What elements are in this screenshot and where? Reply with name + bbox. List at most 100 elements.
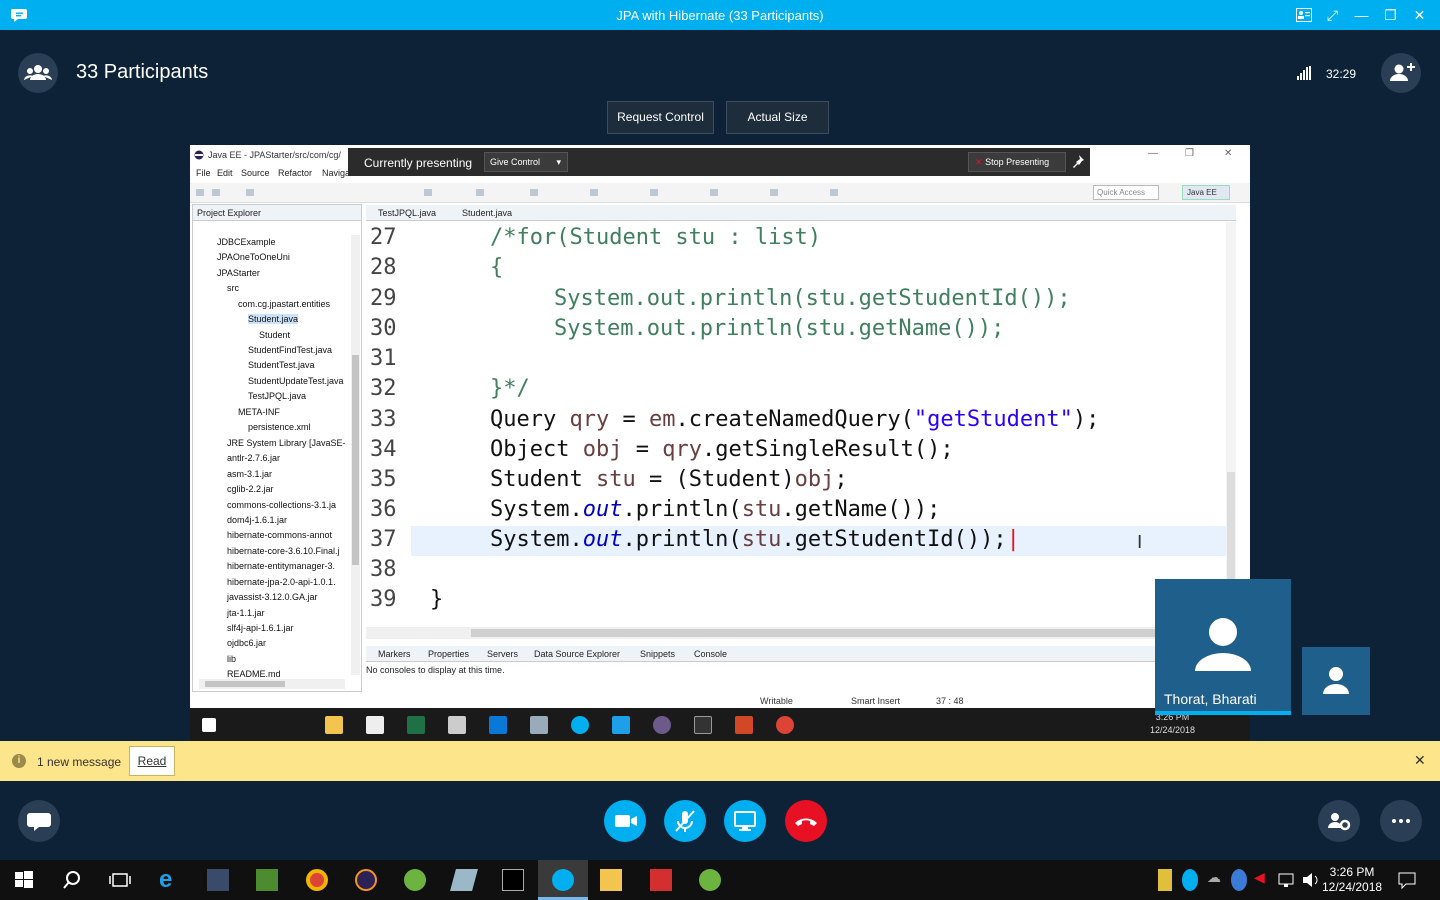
presenter-video-tile[interactable]: Thorat, Bharati — [1155, 579, 1291, 715]
internet-explorer-icon[interactable]: e — [159, 868, 181, 892]
tab-markers[interactable]: Markers — [378, 649, 411, 659]
read-button[interactable]: Read — [129, 746, 175, 776]
file-explorer-icon[interactable] — [600, 869, 622, 891]
java-ee-perspective[interactable]: Java EE — [1182, 185, 1230, 200]
network-globe-icon[interactable] — [1231, 869, 1247, 891]
toolbar-new-icon[interactable] — [196, 189, 204, 196]
fullscreen-icon[interactable]: ⤢ — [1318, 4, 1347, 26]
tree-item[interactable]: slf4j-api-1.6.1.jar — [227, 623, 294, 633]
video-button[interactable] — [604, 800, 646, 842]
tab-testjpql[interactable]: TestJPQL.java — [378, 208, 436, 218]
stop-presenting-button[interactable]: ✕ Stop Presenting — [968, 152, 1066, 172]
chat-button[interactable] — [18, 800, 60, 842]
task-view-icon[interactable] — [109, 869, 131, 891]
add-participant-button[interactable] — [1381, 53, 1421, 93]
eclipse-close-icon[interactable]: ✕ — [1224, 148, 1232, 159]
skype-tray-icon[interactable] — [1182, 869, 1198, 891]
tree-item[interactable]: META-INF — [238, 407, 280, 417]
tree-item[interactable]: hibernate-core-3.6.10.Final.j — [227, 546, 340, 556]
tab-servers[interactable]: Servers — [487, 649, 518, 659]
notifications-icon[interactable] — [1396, 869, 1418, 891]
actual-size-button[interactable]: Actual Size — [726, 101, 829, 134]
toolbar-search-icon[interactable] — [530, 189, 538, 196]
tree-item[interactable]: StudentFindTest.java — [248, 345, 332, 355]
app-launcher-icon[interactable] — [450, 869, 478, 891]
tree-item[interactable]: StudentUpdateTest.java — [248, 376, 344, 386]
give-control-dropdown[interactable]: Give Control ▾ — [484, 152, 568, 172]
tree-item[interactable]: antlr-2.7.6.jar — [227, 453, 280, 463]
tab-snippets[interactable]: Snippets — [640, 649, 675, 659]
tree-item[interactable]: commons-collections-3.1.ja — [227, 500, 336, 510]
command-prompt-icon[interactable] — [502, 869, 524, 891]
skype-taskbar-icon[interactable] — [552, 869, 574, 891]
restore-icon[interactable]: ❐ — [1376, 4, 1405, 26]
tree-item[interactable]: asm-3.1.jar — [227, 469, 272, 479]
toolbar-history-icon[interactable] — [710, 189, 718, 196]
tree-item[interactable]: ojdbc6.jar — [227, 638, 266, 648]
security-tray-icon[interactable] — [1158, 869, 1172, 891]
acrobat-icon[interactable] — [650, 869, 672, 891]
menu-file[interactable]: File — [196, 168, 211, 178]
pin-icon[interactable] — [1070, 152, 1088, 172]
tree-item[interactable]: JDBCExample — [217, 237, 276, 247]
tree-item[interactable]: persistence.xml — [248, 422, 311, 432]
network-icon[interactable] — [1276, 869, 1298, 891]
sql-developer-icon[interactable] — [207, 869, 229, 891]
chrome-icon[interactable] — [306, 869, 328, 891]
explorer-hscrollbar[interactable] — [199, 679, 345, 689]
explorer-scrollbar-thumb[interactable] — [352, 355, 359, 565]
close-icon[interactable]: ✕ — [1405, 4, 1434, 26]
tree-item[interactable]: com.cg.jpastart.entities — [238, 299, 330, 309]
explorer-hscrollbar-thumb[interactable] — [205, 681, 285, 687]
tree-item[interactable]: lib — [227, 654, 236, 664]
more-options-button[interactable] — [1380, 800, 1422, 842]
windows-start-icon[interactable] — [13, 869, 35, 891]
tab-student[interactable]: Student.java — [462, 208, 512, 218]
spring-tool-icon[interactable] — [699, 869, 721, 891]
tab-console[interactable]: Console — [694, 649, 727, 659]
minimize-icon[interactable]: — — [1347, 4, 1376, 26]
tab-data-source-explorer[interactable]: Data Source Explorer — [534, 649, 620, 659]
eclipse-minimize-icon[interactable]: — — [1148, 148, 1158, 159]
editor-scrollbar[interactable] — [1226, 222, 1236, 627]
toolbar-nav-icon[interactable] — [770, 189, 778, 196]
tree-item[interactable]: jta-1.1.jar — [227, 608, 265, 618]
code-editor[interactable]: 27 28 29 30 31 32 33 34 35 36 37 38 39 /… — [366, 222, 1232, 627]
tree-item[interactable]: dom4j-1.6.1.jar — [227, 515, 287, 525]
notepad-icon[interactable] — [256, 869, 278, 891]
tree-item[interactable]: hibernate-jpa-2.0-api-1.0.1. — [227, 577, 336, 587]
tree-item[interactable]: hibernate-commons-annot — [227, 530, 332, 540]
tree-item[interactable]: javassist-3.12.0.GA.jar — [227, 592, 318, 602]
toolbar-forward-icon[interactable] — [830, 189, 838, 196]
share-screen-button[interactable] — [724, 800, 766, 842]
explorer-scrollbar[interactable] — [351, 235, 360, 675]
menu-edit[interactable]: Edit — [217, 168, 233, 178]
contact-card-icon[interactable] — [1289, 4, 1318, 26]
toolbar-annotation-icon[interactable] — [650, 189, 658, 196]
toolbar-print-icon[interactable] — [246, 189, 254, 196]
eclipse-icon[interactable] — [355, 869, 377, 891]
request-control-button[interactable]: Request Control — [607, 101, 714, 134]
end-call-button[interactable] — [785, 800, 827, 842]
eclipse-restore-icon[interactable]: ❐ — [1185, 148, 1194, 159]
mute-button[interactable] — [664, 800, 706, 842]
call-settings-button[interactable] — [1318, 800, 1360, 842]
toolbar-save-icon[interactable] — [212, 189, 220, 196]
editor-hscrollbar[interactable] — [366, 627, 1232, 639]
menu-source[interactable]: Source — [241, 168, 270, 178]
tree-item[interactable]: cglib-2.2.jar — [227, 484, 274, 494]
taskbar-clock[interactable]: 3:26 PM 12/24/2018 — [1322, 865, 1382, 895]
menu-refactor[interactable]: Refactor — [278, 168, 312, 178]
tree-item-selected[interactable]: Student.java — [248, 314, 299, 324]
cloud-tray-icon[interactable]: ☁ — [1207, 869, 1225, 891]
toolbar-open-type-icon[interactable] — [590, 189, 598, 196]
volume-icon[interactable] — [1300, 869, 1322, 891]
tree-item[interactable]: README.md — [227, 669, 281, 679]
close-notification-icon[interactable]: ✕ — [1414, 752, 1426, 769]
tree-item[interactable]: JPAOneToOneUni — [217, 252, 290, 262]
tree-item[interactable]: JPAStarter — [217, 268, 260, 278]
editor-hscrollbar-thumb[interactable] — [471, 629, 1171, 637]
tree-item[interactable]: StudentTest.java — [248, 360, 315, 370]
tree-item[interactable]: hibernate-entitymanager-3. — [227, 561, 335, 571]
participants-button[interactable] — [18, 53, 58, 93]
